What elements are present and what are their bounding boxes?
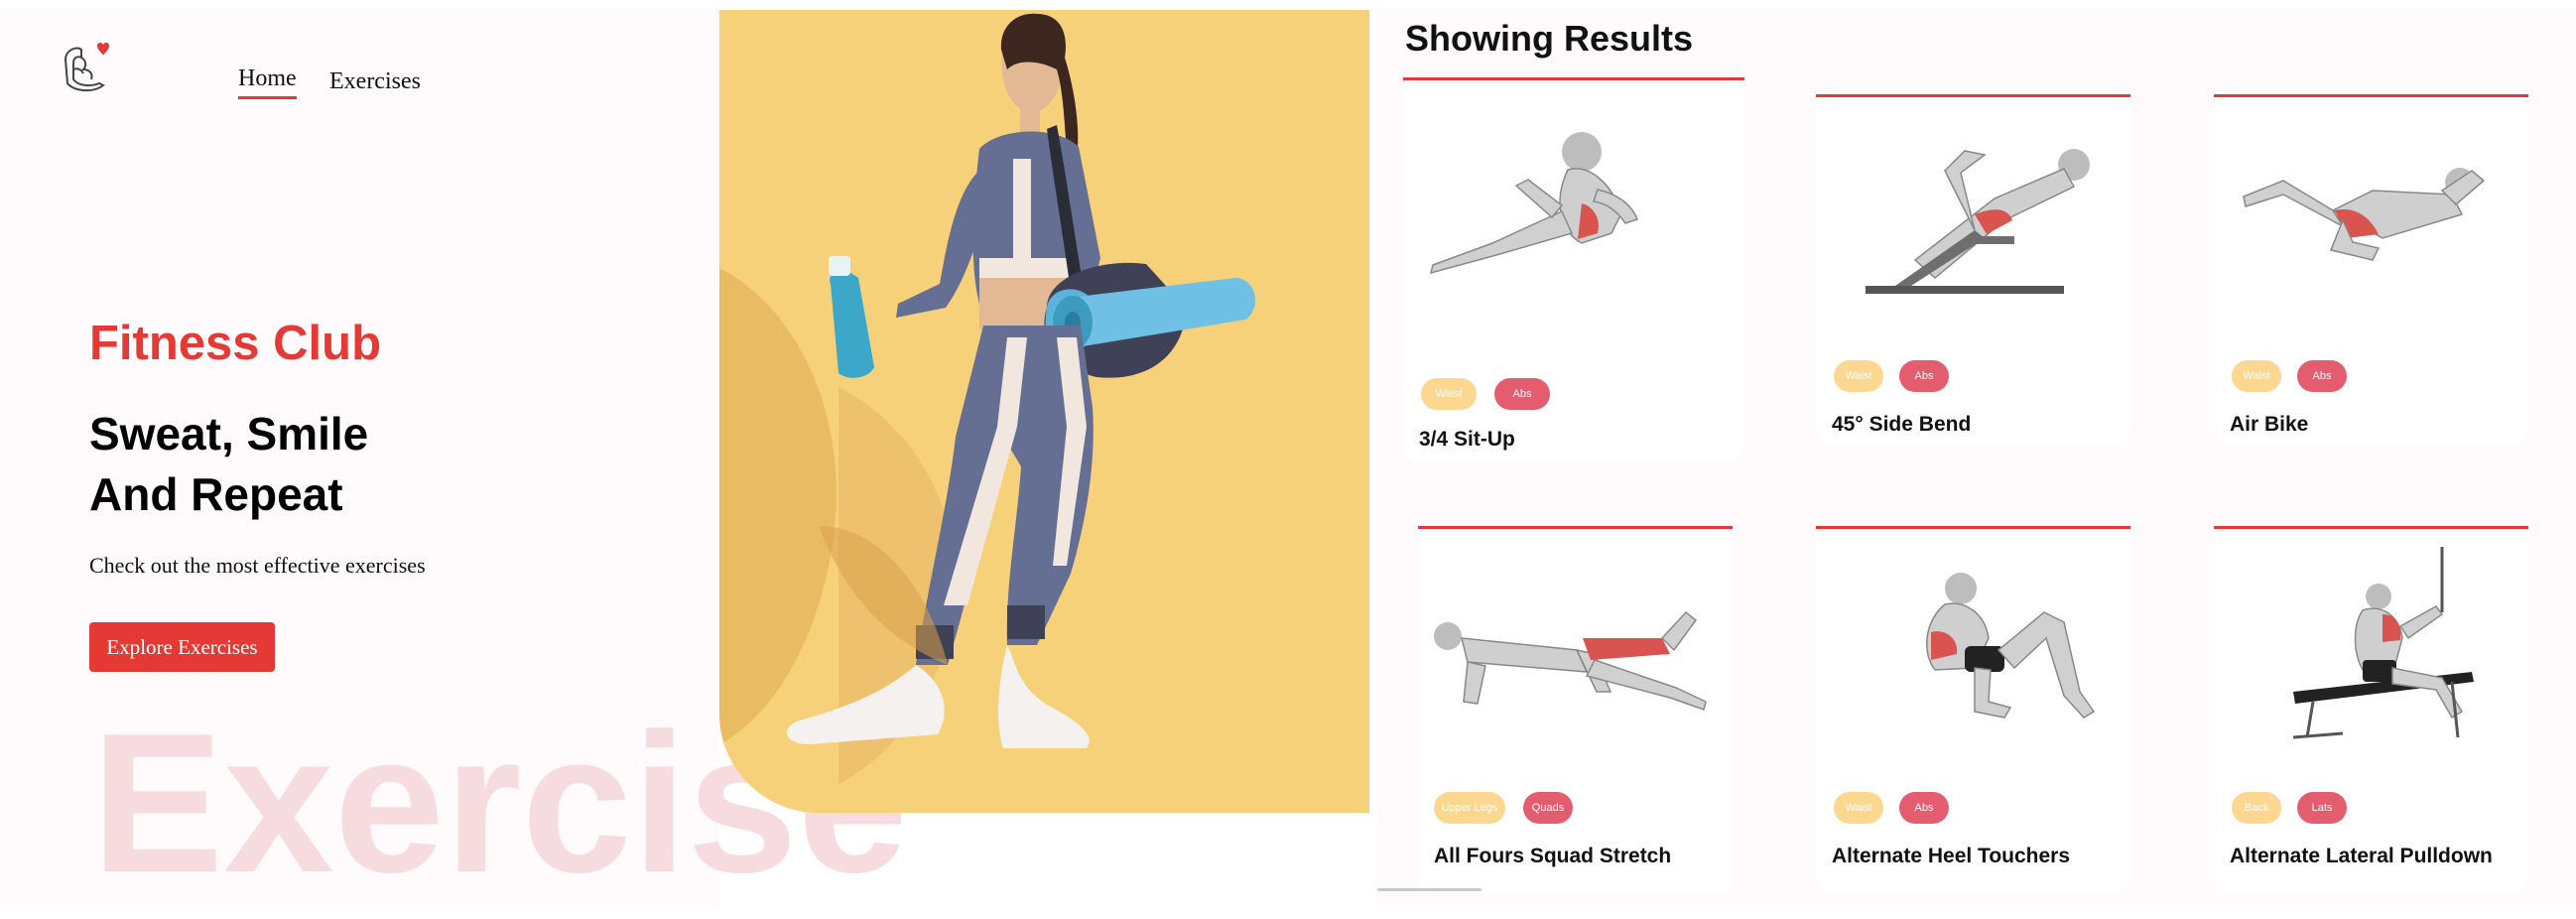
hero-kicker: Fitness Club (89, 317, 382, 370)
exercise-card[interactable]: Waist Abs 3/4 Sit-Up (1403, 77, 1744, 461)
target-muscle-tag[interactable]: Quads (1523, 792, 1573, 824)
exercise-card[interactable]: Waist Abs Air Bike (2214, 94, 2528, 445)
lateral-pulldown-illustration-icon (2292, 547, 2474, 739)
exercise-card[interactable]: Upper Legs Quads All Fours Squad Stretch (1418, 526, 1733, 893)
exercise-name: 45° Side Bend (1832, 413, 1972, 436)
body-part-tag[interactable]: Upper Legs (1434, 792, 1505, 824)
exercise-name: Alternate Heel Touchers (1832, 845, 2071, 867)
squad-stretch-illustration-icon (1434, 610, 1707, 711)
target-muscle-tag[interactable]: Abs (1494, 378, 1550, 410)
nav-exercises-link[interactable]: Exercises (329, 68, 421, 95)
sit-up-illustration-icon (1429, 132, 1638, 275)
exercise-results-section: Showing Results Waist Abs 3/4 Sit-Up Wai… (1377, 10, 2576, 909)
fitness-club-page: Exercise Home Exercises Fitness Club Swe… (0, 0, 2576, 919)
body-part-tag[interactable]: Waist (1421, 378, 1477, 410)
horizontal-scrollbar[interactable] (1377, 888, 1481, 891)
hero-subtitle: Check out the most effective exercises (89, 553, 426, 578)
hero-headline-line2: And Repeat (89, 468, 343, 520)
nav-home-link[interactable]: Home (238, 66, 297, 99)
hero-banner-image (719, 10, 1369, 813)
explore-exercises-button[interactable]: Explore Exercises (89, 622, 275, 672)
target-muscle-tag[interactable]: Abs (1899, 792, 1949, 824)
hero-headline-line1: Sweat, Smile (89, 408, 369, 460)
side-bend-bench-illustration-icon (1866, 149, 2090, 294)
exercise-name: All Fours Squad Stretch (1434, 845, 1672, 867)
exercise-name: Air Bike (2230, 413, 2309, 436)
exercise-card[interactable]: Waist Abs 45° Side Bend (1816, 94, 2130, 445)
body-part-tag[interactable]: Waist (2232, 360, 2281, 392)
target-muscle-tag[interactable]: Lats (2297, 792, 2347, 824)
air-bike-illustration-icon (2243, 168, 2486, 261)
target-muscle-tag[interactable]: Abs (1899, 360, 1949, 392)
body-part-tag[interactable]: Waist (1834, 792, 1883, 824)
hero-text-section: Exercise Home Exercises Fitness Club Swe… (0, 10, 908, 909)
body-part-tag[interactable]: Waist (1834, 360, 1883, 392)
exercise-card[interactable]: Back Lats Alternate Lateral Pulldown (2214, 526, 2528, 893)
exercise-name: 3/4 Sit-Up (1419, 428, 1515, 451)
exercise-card[interactable]: Waist Abs Alternate Heel Touchers (1816, 526, 2130, 893)
woman-walking-illustration (719, 10, 1369, 813)
flexed-arm-heart-logo-icon[interactable] (60, 40, 111, 97)
heel-touchers-illustration-icon (1926, 573, 2096, 719)
target-muscle-tag[interactable]: Abs (2297, 360, 2347, 392)
body-part-tag[interactable]: Back (2232, 792, 2281, 824)
results-heading: Showing Results (1405, 18, 1694, 59)
exercise-name: Alternate Lateral Pulldown (2230, 845, 2493, 867)
